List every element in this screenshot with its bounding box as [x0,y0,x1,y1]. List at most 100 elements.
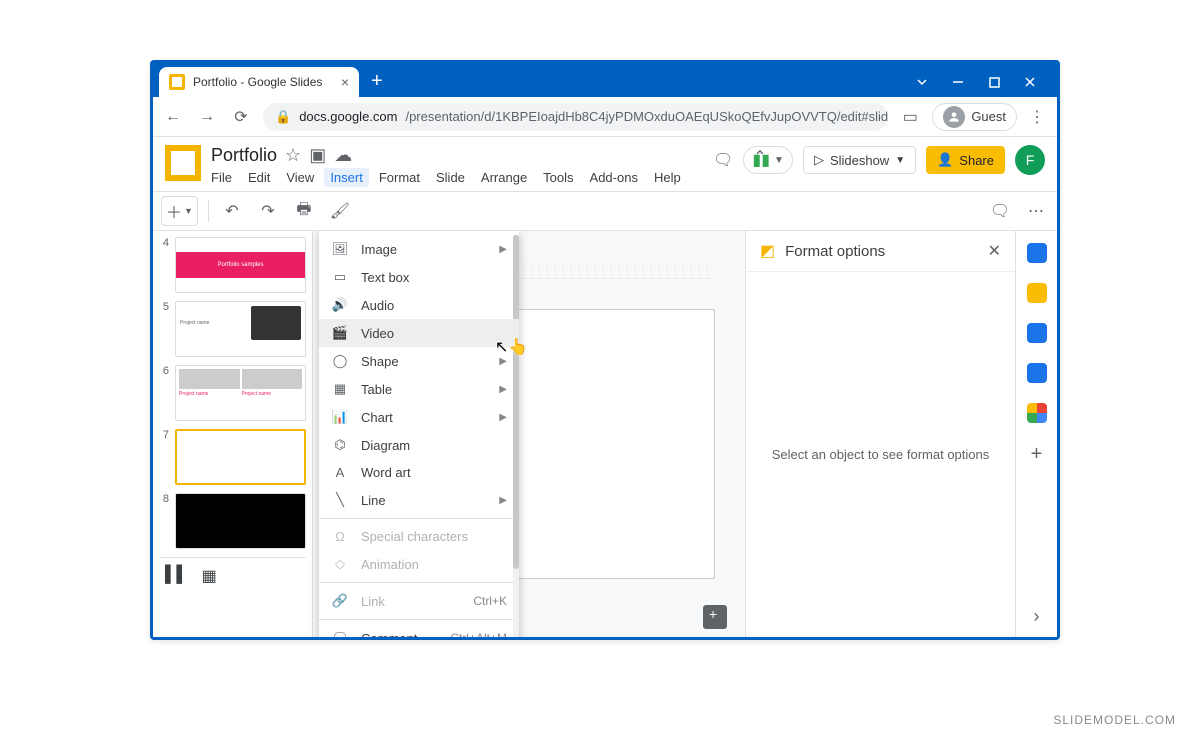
insert-audio[interactable]: 🔊Audio [319,291,519,319]
keep-icon[interactable] [1027,283,1047,303]
add-addon-icon[interactable]: + [1031,443,1043,466]
menu-arrange[interactable]: Arrange [481,170,527,185]
print-icon[interactable]: 🖶 [291,198,317,225]
undo-icon[interactable]: ↶ [219,201,245,221]
insert-word-art[interactable]: AWord art [319,459,519,486]
slide-thumbnails-panel[interactable]: 4 Portfolio samples 5 Project name 6 Pro… [153,231,313,637]
comments-history-icon[interactable]: 🗨 [713,150,733,170]
filmstrip-view-icon[interactable]: ▌▌ [165,566,188,586]
play-icon: ▷ [814,152,824,168]
window-minimize-icon[interactable] [951,75,965,89]
insert-line[interactable]: ╲Line▶ [319,486,519,514]
slide-thumbnail[interactable]: Project nameProject name [175,365,306,421]
submenu-arrow-icon: ▶ [499,495,507,506]
reading-list-icon[interactable]: ▭ [898,107,922,127]
cloud-status-icon[interactable]: ☁ [334,145,352,166]
nav-forward-icon[interactable]: → [195,108,219,126]
slide-thumbnail[interactable] [175,493,306,549]
thumb-number: 4 [159,237,169,293]
doc-title[interactable]: Portfolio [211,145,277,166]
menu-add-ons[interactable]: Add-ons [590,170,638,185]
menu-item-label: Comment [361,631,417,638]
menu-insert[interactable]: Insert [324,168,369,187]
move-icon[interactable]: ▣ [309,145,326,166]
slides-logo-icon[interactable] [165,145,201,181]
menu-format[interactable]: Format [379,170,420,185]
star-icon[interactable]: ☆ [285,145,301,166]
app-header: Portfolio ☆ ▣ ☁ File Edit View Insert Format… [153,137,1057,185]
menu-item-icon: ⌬ [331,437,349,453]
menu-tools[interactable]: Tools [543,170,573,185]
thumb-number: 6 [159,365,169,421]
menu-item-icon: ╲ [331,492,349,508]
window-close-icon[interactable] [1023,75,1037,89]
guest-chip[interactable]: Guest [932,103,1017,131]
menu-edit[interactable]: Edit [248,170,270,185]
submenu-arrow-icon: ▶ [499,244,507,255]
menu-item-icon: 🔊 [331,297,349,313]
menu-item-label: Table [361,382,392,397]
grid-view-icon[interactable]: ▦ [202,566,217,586]
insert-table[interactable]: ▦Table▶ [319,375,519,403]
side-panel: + › [1015,231,1057,637]
insert-chart[interactable]: 📊Chart▶ [319,403,519,431]
format-options-panel: ◩ Format options ✕ Select an object to s… [745,231,1015,637]
url-box[interactable]: 🔒 docs.google.com/presentation/d/1KBPEIo… [263,103,888,131]
shortcut-label: Ctrl+Alt+M [450,631,507,637]
submenu-arrow-icon: ▶ [499,384,507,395]
slideshow-button[interactable]: ▷ Slideshow ▼ [803,146,916,174]
calendar-icon[interactable] [1027,243,1047,263]
close-panel-icon[interactable]: ✕ [988,241,1001,261]
window-maximize-icon[interactable] [987,75,1001,89]
insert-diagram[interactable]: ⌬Diagram [319,431,519,459]
menu-item-label: Link [361,594,385,609]
browser-tab[interactable]: Portfolio - Google Slides × [159,67,359,97]
slide-thumbnail[interactable]: Portfolio samples [175,237,306,293]
contacts-icon[interactable] [1027,363,1047,383]
menu-help[interactable]: Help [654,170,681,185]
insert-image[interactable]: 🖼Image▶ [319,235,519,263]
slide-thumbnail[interactable]: Project name [175,301,306,357]
nav-back-icon[interactable]: ← [161,108,185,126]
collapse-sidebar-icon[interactable]: › [1034,606,1040,627]
collapse-panel-icon[interactable]: ⌃ [747,147,773,167]
menu-file[interactable]: File [211,170,232,185]
browser-more-icon[interactable]: ⋮ [1027,107,1049,127]
maps-icon[interactable] [1027,403,1047,423]
menu-item-label: Shape [361,354,399,369]
chevron-down-icon: ▼ [895,155,905,166]
menu-item-icon: ▭ [331,269,349,285]
thumb-number: 5 [159,301,169,357]
share-button[interactable]: 👤 Share [926,146,1005,174]
menu-item-label: Video [361,326,394,341]
user-avatar[interactable]: F [1015,145,1045,175]
toolbar-more-icon[interactable]: ⋯ [1023,201,1049,221]
window-controls [915,75,1051,97]
new-tab-button[interactable]: + [359,70,393,97]
new-slide-button[interactable]: ＋▼ [161,196,198,226]
add-comment-icon[interactable]: 🗨 [987,201,1013,221]
paint-format-icon[interactable]: 🖌 [327,201,353,221]
tasks-icon[interactable] [1027,323,1047,343]
insert-text-box[interactable]: ▭Text box [319,263,519,291]
submenu-arrow-icon: ▶ [499,412,507,423]
format-options-empty: Select an object to see format options [746,272,1015,637]
explore-button[interactable] [703,605,727,629]
redo-icon[interactable]: ↷ [255,201,281,221]
menu-item-icon: 🖼 [331,241,349,257]
format-options-title: Format options [785,243,885,260]
nav-reload-icon[interactable]: ⟳ [229,107,253,127]
insert-comment[interactable]: 🗨CommentCtrl+Alt+M [319,624,519,637]
menu-item-icon: Ω [331,529,349,544]
menu-slide[interactable]: Slide [436,170,465,185]
thumb-number: 7 [159,429,169,485]
menu-view[interactable]: View [286,170,314,185]
menubar: File Edit View Insert Format Slide Arrange Tool… [211,168,681,185]
insert-shape[interactable]: ◯Shape▶ [319,347,519,375]
window-chevron-icon[interactable] [915,75,929,89]
insert-video[interactable]: 🎬Video [319,319,519,347]
tab-close-icon[interactable]: × [341,74,349,90]
submenu-arrow-icon: ▶ [499,356,507,367]
insert-link: 🔗LinkCtrl+K [319,587,519,615]
slide-thumbnail-selected[interactable] [175,429,306,485]
